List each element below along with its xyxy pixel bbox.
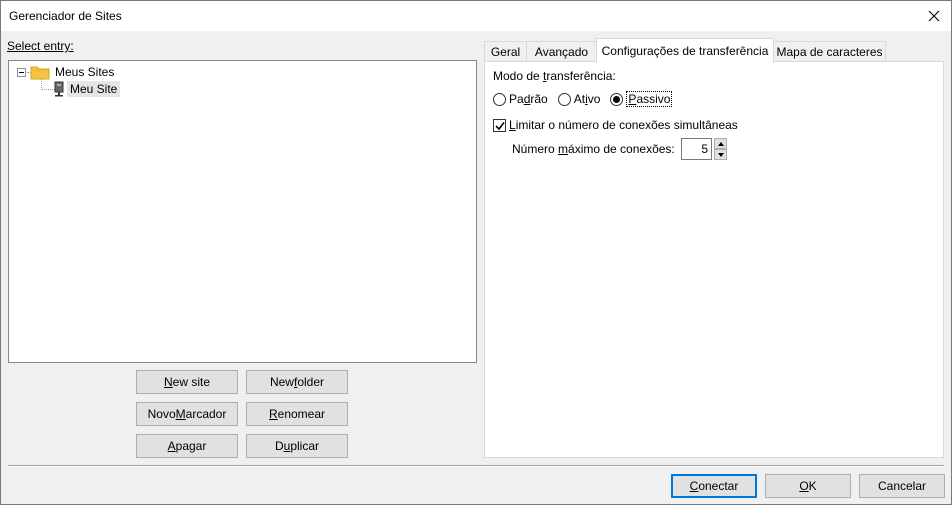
tab-charset[interactable]: Mapa de caracteres — [773, 41, 886, 62]
duplicate-button[interactable]: Du plicar — [246, 434, 348, 458]
collapse-icon[interactable] — [17, 67, 26, 77]
connect-button[interactable]: Conectar — [671, 474, 757, 498]
delete-button[interactable]: Apagar — [136, 434, 238, 458]
tree-item-meu-site[interactable]: Meu Site — [53, 80, 121, 98]
limit-connections-row[interactable]: Limitar o número de conexões simultâneas — [493, 118, 738, 132]
rename-button[interactable]: Renomear — [246, 402, 348, 426]
radio-passivo[interactable]: Passivo — [610, 91, 673, 107]
close-icon — [928, 10, 940, 22]
new-folder-button[interactable]: New f older — [246, 370, 348, 394]
tab-avancado[interactable]: Avançado — [526, 41, 597, 62]
radio-passivo-indicator[interactable] — [610, 92, 624, 106]
new-site-button[interactable]: New site — [136, 370, 238, 394]
tree-item-meus-sites[interactable]: Meus Sites — [17, 63, 117, 81]
max-connections-stepper[interactable]: 5 — [681, 138, 727, 160]
radio-ativo[interactable]: Ativo — [557, 92, 600, 106]
cancel-button[interactable]: Cancelar — [859, 474, 945, 498]
radio-padrao[interactable]: Padrão — [493, 92, 548, 106]
title-bar: Gerenciador de Sites — [1, 1, 951, 31]
transfer-settings-panel: Modo de transferência: Padrão Ativo Pass… — [484, 61, 944, 458]
window-title: Gerenciador de Sites — [9, 9, 122, 23]
radio-ativo-indicator[interactable] — [557, 92, 571, 106]
max-connections-input[interactable]: 5 — [681, 138, 712, 160]
limit-connections-label: Limitar o número de conexões simultâneas — [509, 118, 738, 132]
radio-padrao-indicator[interactable] — [493, 92, 506, 106]
server-icon — [54, 81, 64, 97]
close-button[interactable] — [921, 3, 947, 29]
site-manager-window: Gerenciador de Sites Select entry: Meus … — [0, 0, 952, 505]
footer-separator — [8, 465, 944, 467]
transfer-mode-group: Padrão Ativo Passivo — [493, 91, 682, 107]
chevron-up-icon — [717, 141, 724, 146]
new-bookmark-button[interactable]: Novo Marcador — [136, 402, 238, 426]
select-entry-label: Select entry: — [7, 39, 74, 53]
site-tree[interactable]: Meus Sites Meu Site — [8, 60, 477, 363]
max-connections-label: Número máximo de conexões: — [512, 142, 675, 156]
ok-button[interactable]: OK — [765, 474, 851, 498]
limit-connections-checkbox[interactable] — [493, 118, 506, 132]
spin-down-button[interactable] — [714, 149, 727, 160]
tree-label-meus-sites: Meus Sites — [55, 65, 115, 79]
tree-label-meu-site: Meu Site — [67, 81, 121, 97]
tab-geral[interactable]: Geral — [484, 41, 527, 62]
chevron-down-icon — [717, 152, 724, 157]
checkmark-icon — [495, 121, 505, 130]
spin-up-button[interactable] — [714, 138, 727, 149]
tab-transfer-settings[interactable]: Configurações de transferência — [596, 38, 774, 63]
folder-icon — [30, 66, 50, 80]
transfer-mode-label: Modo de transferência: — [493, 69, 616, 83]
